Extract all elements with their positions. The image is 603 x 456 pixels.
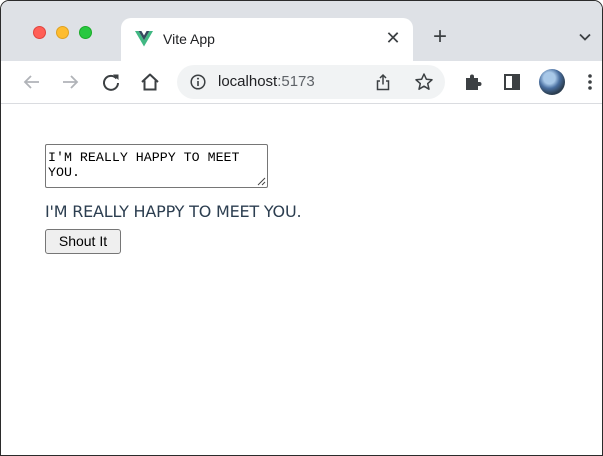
info-icon[interactable] xyxy=(190,74,206,90)
reload-icon[interactable] xyxy=(100,71,122,93)
forward-arrow-icon[interactable] xyxy=(59,71,81,93)
chevron-down-icon[interactable] xyxy=(577,29,593,45)
side-panel-icon[interactable] xyxy=(501,71,523,93)
tab-vite-app[interactable]: Vite App ✕ xyxy=(121,18,413,61)
shout-output-text: I'M REALLY HAPPY TO MEET YOU. xyxy=(45,202,302,221)
vue-logo-icon xyxy=(135,31,153,47)
tab-strip: Vite App ✕ + xyxy=(1,1,602,61)
extensions-puzzle-icon[interactable] xyxy=(462,71,484,93)
home-icon[interactable] xyxy=(139,71,161,93)
url-host: localhost xyxy=(218,73,278,90)
close-window-button[interactable] xyxy=(33,26,46,39)
resize-grip-icon[interactable] xyxy=(256,176,266,186)
bookmark-star-icon[interactable] xyxy=(414,72,434,92)
browser-window: Vite App ✕ + localhost:5173 I'M REALLY H… xyxy=(0,0,603,456)
new-tab-icon[interactable]: + xyxy=(429,25,451,49)
tab-title: Vite App xyxy=(163,31,215,47)
tab-close-icon[interactable]: ✕ xyxy=(383,28,403,48)
back-arrow-icon[interactable] xyxy=(21,71,43,93)
message-textarea[interactable]: I'M REALLY HAPPY TO MEET YOU. xyxy=(45,144,268,188)
profile-avatar[interactable] xyxy=(539,69,565,95)
maximize-window-button[interactable] xyxy=(79,26,92,39)
page-content: I'M REALLY HAPPY TO MEET YOU. I'M REALLY… xyxy=(1,105,602,455)
browser-toolbar: localhost:5173 xyxy=(1,61,602,104)
address-bar[interactable]: localhost:5173 xyxy=(177,65,445,99)
share-icon[interactable] xyxy=(374,73,392,91)
more-menu-icon[interactable] xyxy=(584,71,596,93)
shout-it-button[interactable]: Shout It xyxy=(45,229,121,254)
url-text[interactable]: localhost:5173 xyxy=(218,73,315,90)
minimize-window-button[interactable] xyxy=(56,26,69,39)
url-port: :5173 xyxy=(277,73,315,90)
